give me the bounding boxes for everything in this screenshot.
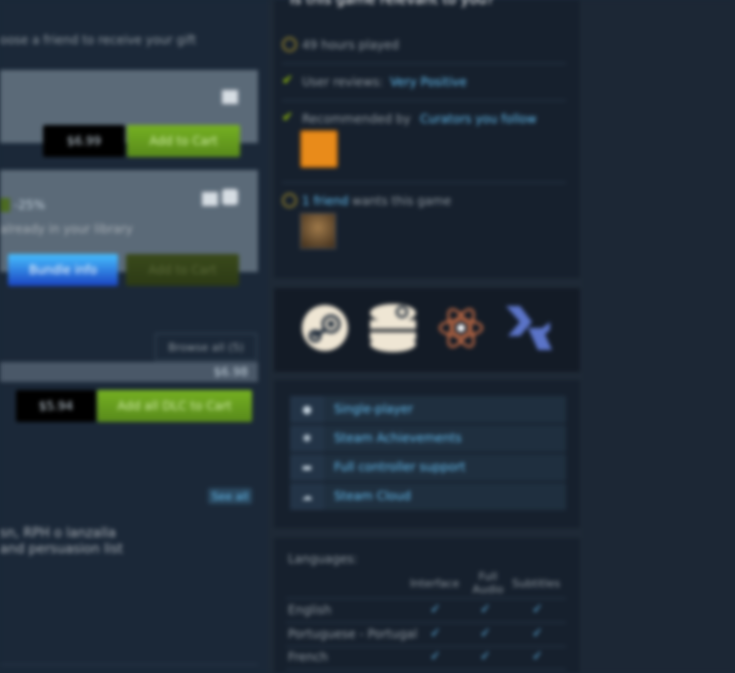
gamepad-icon: ▬ — [290, 454, 324, 481]
languages-title: Languages: — [288, 552, 358, 566]
divider — [286, 669, 566, 670]
col-full-audio: Full Audio — [472, 570, 504, 596]
cloud-icon: ☁ — [290, 483, 324, 510]
divider — [282, 63, 566, 64]
dlc-bundle-price: $5.94 — [16, 390, 96, 422]
checkmark-icon: ✓ — [480, 649, 491, 664]
feature-row-achievements[interactable]: ✱ Steam Achievements — [290, 425, 566, 452]
feature-row-controller[interactable]: ▬ Full controller support — [290, 454, 566, 481]
bundle-info-button[interactable]: Bundle info — [8, 254, 118, 286]
windows-icon — [202, 192, 218, 206]
feature-label: Full controller support — [334, 460, 466, 474]
language-name: Portuguese - Portugal — [288, 627, 418, 641]
platform-icons-panel — [274, 288, 580, 372]
dlc-total-bar: $6.98 — [0, 362, 258, 382]
recommended-label: Recommended by — [302, 112, 411, 126]
language-name: French — [288, 650, 328, 664]
person-icon: ● — [290, 396, 324, 423]
dlc-total-price: $6.98 — [213, 365, 248, 379]
col-interface: Interface — [410, 577, 460, 590]
description-line-1: sn, RPH o lanzalla — [0, 526, 116, 541]
friend-count-link[interactable]: 1 friend — [302, 194, 349, 208]
feature-label: Steam Achievements — [334, 431, 462, 445]
language-name: English — [288, 603, 332, 617]
gift-hint-text: oose a friend to receive your gift — [0, 33, 197, 47]
add-all-dlc-button[interactable]: Add all DLC to Cart — [97, 390, 252, 422]
item2-add-to-cart-button[interactable]: Add to Cart — [126, 254, 239, 286]
curators-link[interactable]: Curators you follow — [420, 112, 537, 126]
page-canvas: oose a friend to receive your gift $6.99… — [0, 0, 735, 673]
friend-wants-text: wants this game — [352, 194, 452, 208]
checkmark-icon: ✔ — [282, 110, 293, 125]
mac-icon — [222, 189, 238, 205]
feature-row-cloud[interactable]: ☁ Steam Cloud — [290, 483, 566, 510]
friend-avatar-image[interactable] — [300, 213, 336, 249]
divider — [282, 182, 566, 183]
discount-badge — [0, 198, 10, 212]
user-reviews-link[interactable]: Very Positive — [390, 75, 467, 89]
divider — [286, 598, 566, 599]
clock-icon — [282, 37, 297, 52]
browse-all-dlc-button[interactable]: Browse all (5) — [155, 333, 257, 361]
checkmark-icon: ✓ — [430, 626, 441, 641]
feature-label: Steam Cloud — [334, 489, 411, 503]
item1-price: $6.99 — [43, 125, 125, 157]
checkmark-icon: ✓ — [480, 602, 491, 617]
windows-icon — [222, 90, 238, 104]
col-subtitles: Subtitles — [512, 577, 561, 590]
friend-icon — [282, 193, 297, 208]
checkmark-icon: ✓ — [532, 649, 543, 664]
atom-icon[interactable] — [437, 304, 485, 352]
curator-avatar[interactable] — [300, 130, 338, 168]
kodi-icon[interactable] — [502, 302, 554, 354]
steam-icon[interactable] — [301, 304, 349, 352]
discount-percent: -25% — [14, 198, 46, 212]
checkmark-icon: ✓ — [430, 649, 441, 664]
star-icon: ✱ — [290, 425, 324, 452]
languages-panel: Languages: Interface Full Audio Subtitle… — [274, 538, 580, 673]
feature-label: Single-player — [334, 402, 413, 416]
divider — [286, 622, 566, 623]
see-all-button[interactable]: See all — [208, 488, 252, 504]
item1-add-to-cart-button[interactable]: Add to Cart — [127, 125, 240, 157]
checkmark-icon: ✓ — [532, 602, 543, 617]
hours-played-text: 49 hours played — [302, 38, 400, 52]
steam-db-icon[interactable] — [367, 302, 419, 354]
feature-row-single-player[interactable]: ● Single-player — [290, 396, 566, 423]
left-divider — [0, 664, 258, 665]
relevance-title: Is this game relevant to you? — [290, 0, 494, 8]
checkmark-icon: ✓ — [532, 626, 543, 641]
checkmark-icon: ✔ — [282, 73, 293, 88]
divider — [286, 646, 566, 647]
checkmark-icon: ✓ — [480, 626, 491, 641]
relevance-panel: Is this game relevant to you? 49 hours p… — [274, 0, 580, 278]
checkmark-icon: ✓ — [430, 602, 441, 617]
divider — [282, 100, 566, 101]
user-reviews-label: User reviews: — [302, 75, 384, 89]
right-edge-background — [582, 0, 735, 673]
description-line-2: and persuasion list — [0, 542, 123, 557]
left-column: oose a friend to receive your gift $6.99… — [0, 0, 268, 673]
owned-text: already in your library — [0, 222, 133, 236]
